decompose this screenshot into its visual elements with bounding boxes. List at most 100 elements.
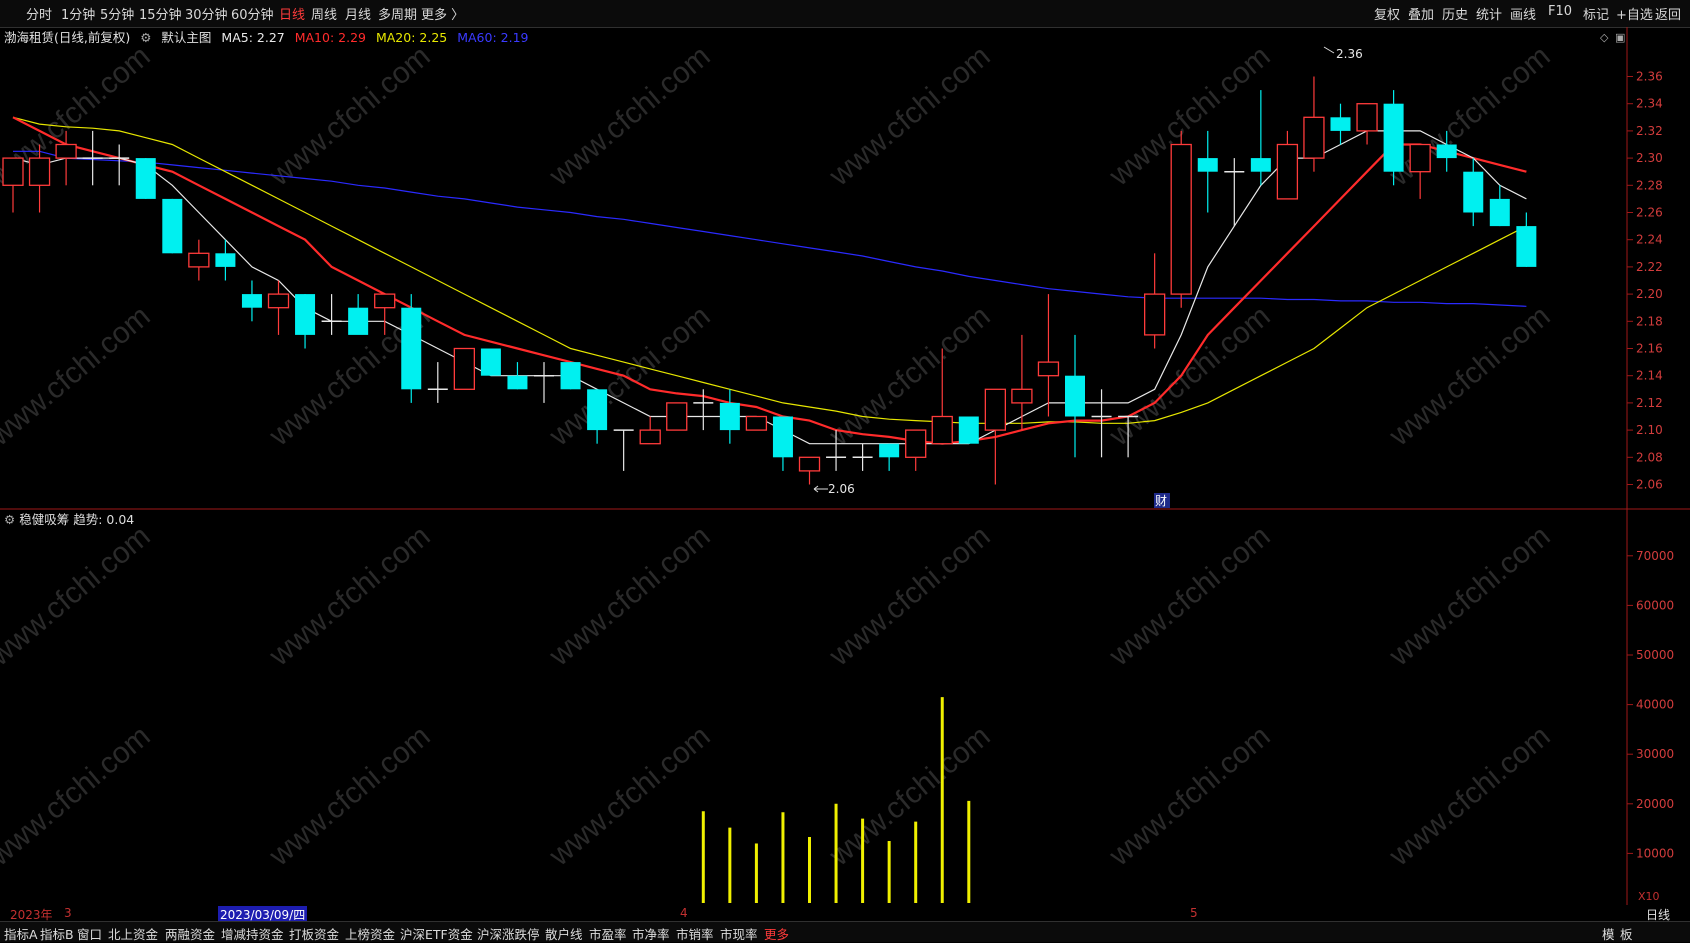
tab-monthly[interactable]: 月线 [345, 4, 371, 23]
candle-up [1144, 293, 1166, 336]
tab-window[interactable]: 窗口 [77, 924, 102, 943]
candle-down [241, 294, 262, 308]
price-tick-label: 2.16 [1636, 342, 1663, 356]
ma5-line [12, 130, 1527, 445]
candle-down [215, 253, 236, 267]
indicator-tick-label: 50000 [1636, 648, 1674, 662]
candle-down [1330, 117, 1351, 131]
f10-button[interactable]: F10 [1548, 4, 1572, 19]
candle-up [188, 252, 210, 268]
candle-down [958, 416, 979, 444]
tab-weekly[interactable]: 周线 [311, 4, 337, 23]
indicator-name[interactable]: 稳健吸筹 [19, 512, 69, 527]
candle-down [587, 389, 608, 431]
date-axis: 2023年 3 2023/03/09/四 4 5 日线 [0, 905, 1690, 923]
draw-button[interactable]: 画线 [1510, 4, 1536, 23]
candle-down [1516, 226, 1537, 267]
tab-5min[interactable]: 5分钟 [100, 4, 134, 23]
price-tick-label: 2.36 [1636, 70, 1663, 84]
candle-up [453, 347, 476, 390]
stock-name: 渤海租赁(日线,前复权) [4, 30, 131, 45]
price-tick-label: 2.32 [1636, 124, 1663, 138]
tab-pb[interactable]: 市净率 [632, 924, 670, 943]
settings-icon[interactable]: ⚙ [140, 30, 151, 45]
watermark-text: www.cfchi.com [0, 520, 156, 673]
tab-15min[interactable]: 15分钟 [139, 4, 182, 23]
tab-limit-board[interactable]: 打板资金 [289, 924, 339, 943]
candle-up [1303, 116, 1325, 159]
price-tick-label: 2.26 [1636, 206, 1663, 220]
board-button[interactable]: 板 [1620, 924, 1633, 943]
tab-30min[interactable]: 30分钟 [185, 4, 228, 23]
price-tick-label: 2.30 [1636, 151, 1663, 165]
tab-northbound[interactable]: 北上资金 [108, 924, 158, 943]
add-watchlist-button[interactable]: +自选 [1616, 4, 1653, 23]
ma20-line [12, 116, 1527, 424]
adjust-button[interactable]: 复权 [1374, 4, 1400, 23]
month-4-label: 4 [680, 906, 688, 920]
indicator-axis: 70000 60000 50000 40000 30000 20000 10000 [1627, 549, 1674, 860]
candle-up [931, 415, 953, 445]
month-5-label: 5 [1190, 906, 1198, 920]
tab-limit-up-down[interactable]: 沪深涨跌停 [477, 924, 540, 943]
history-button[interactable]: 历史 [1442, 4, 1468, 23]
watermark-text: www.cfchi.com [1383, 720, 1557, 873]
watermark-text: www.cfchi.com [823, 720, 997, 873]
candle-down [1065, 375, 1085, 417]
diamond-icon[interactable]: ◇ [1600, 31, 1609, 44]
main-template-label[interactable]: 默认主图 [161, 30, 211, 45]
candle-up [1409, 143, 1431, 173]
tab-indicator-b[interactable]: 指标B [40, 924, 74, 943]
candle-up [374, 293, 396, 309]
candle-down [1250, 158, 1271, 172]
candle-up [28, 157, 51, 186]
tab-multi-period[interactable]: 多周期 [378, 4, 417, 23]
tab-daily[interactable]: 日线 [279, 4, 305, 23]
tab-1min[interactable]: 1分钟 [61, 4, 95, 23]
tab-ps[interactable]: 市销率 [676, 924, 714, 943]
candle-down [1436, 144, 1457, 159]
tab-indicator-a[interactable]: 指标A [4, 924, 38, 943]
tab-pe[interactable]: 市盈率 [589, 924, 627, 943]
ma20-value: MA20: 2.25 [375, 30, 448, 45]
stats-button[interactable]: 统计 [1476, 4, 1502, 23]
watermark-text: www.cfchi.com [823, 520, 997, 673]
price-tick-label: 2.14 [1636, 369, 1663, 383]
indicator-settings-icon[interactable]: ⚙ [4, 512, 15, 527]
kline-chart[interactable]: www.cfchi.com www.cfchi.com www.cfchi.com w… [0, 27, 1690, 905]
tab-holding-change[interactable]: 增减持资金 [221, 924, 284, 943]
tab-more[interactable]: 更多 〉 [421, 4, 464, 23]
tab-60min[interactable]: 60分钟 [231, 4, 274, 23]
price-tick-label: 2.24 [1636, 233, 1663, 247]
mark-button[interactable]: 标记 [1583, 4, 1609, 23]
overlay-button[interactable]: 叠加 [1408, 4, 1434, 23]
tab-margin[interactable]: 两融资金 [165, 924, 215, 943]
ma60-value: MA60: 2.19 [457, 30, 529, 45]
price-tick-label: 2.34 [1636, 97, 1663, 111]
main-legend: 渤海租赁(日线,前复权) ⚙ 默认主图 MA5: 2.27 MA10: 2.29… [4, 27, 534, 47]
indicator-trend-value: 趋势: 0.04 [73, 512, 135, 527]
watermark-text: www.cfchi.com [1383, 40, 1557, 193]
tab-pcf[interactable]: 市现率 [720, 924, 758, 943]
candle-down [1489, 198, 1510, 227]
indicator-tick-label: 40000 [1636, 698, 1674, 712]
candle-down [1197, 158, 1218, 172]
template-button[interactable]: 模 [1602, 924, 1615, 943]
ma10-line [12, 116, 1527, 445]
watermark-text: www.cfchi.com [1103, 720, 1277, 873]
scroll-up-icon[interactable]: ▣ [1615, 31, 1625, 44]
candle-up [1356, 103, 1378, 132]
candle-down [162, 198, 183, 254]
indicator-axis-unit: X10 [1638, 890, 1660, 903]
tab-top-list[interactable]: 上榜资金 [345, 924, 395, 943]
candle-down [719, 402, 740, 431]
tab-intraday[interactable]: 分时 [26, 4, 52, 23]
price-tick-label: 2.10 [1636, 423, 1663, 437]
tab-more-indicators[interactable]: 更多 [764, 924, 789, 943]
candle-down [879, 443, 900, 458]
candle-down [295, 294, 316, 335]
watermark-text: www.cfchi.com [543, 520, 717, 673]
back-button[interactable]: 返回 [1655, 4, 1681, 23]
tab-etf[interactable]: 沪深ETF资金 [400, 924, 473, 943]
tab-retail-line[interactable]: 散户线 [545, 924, 583, 943]
